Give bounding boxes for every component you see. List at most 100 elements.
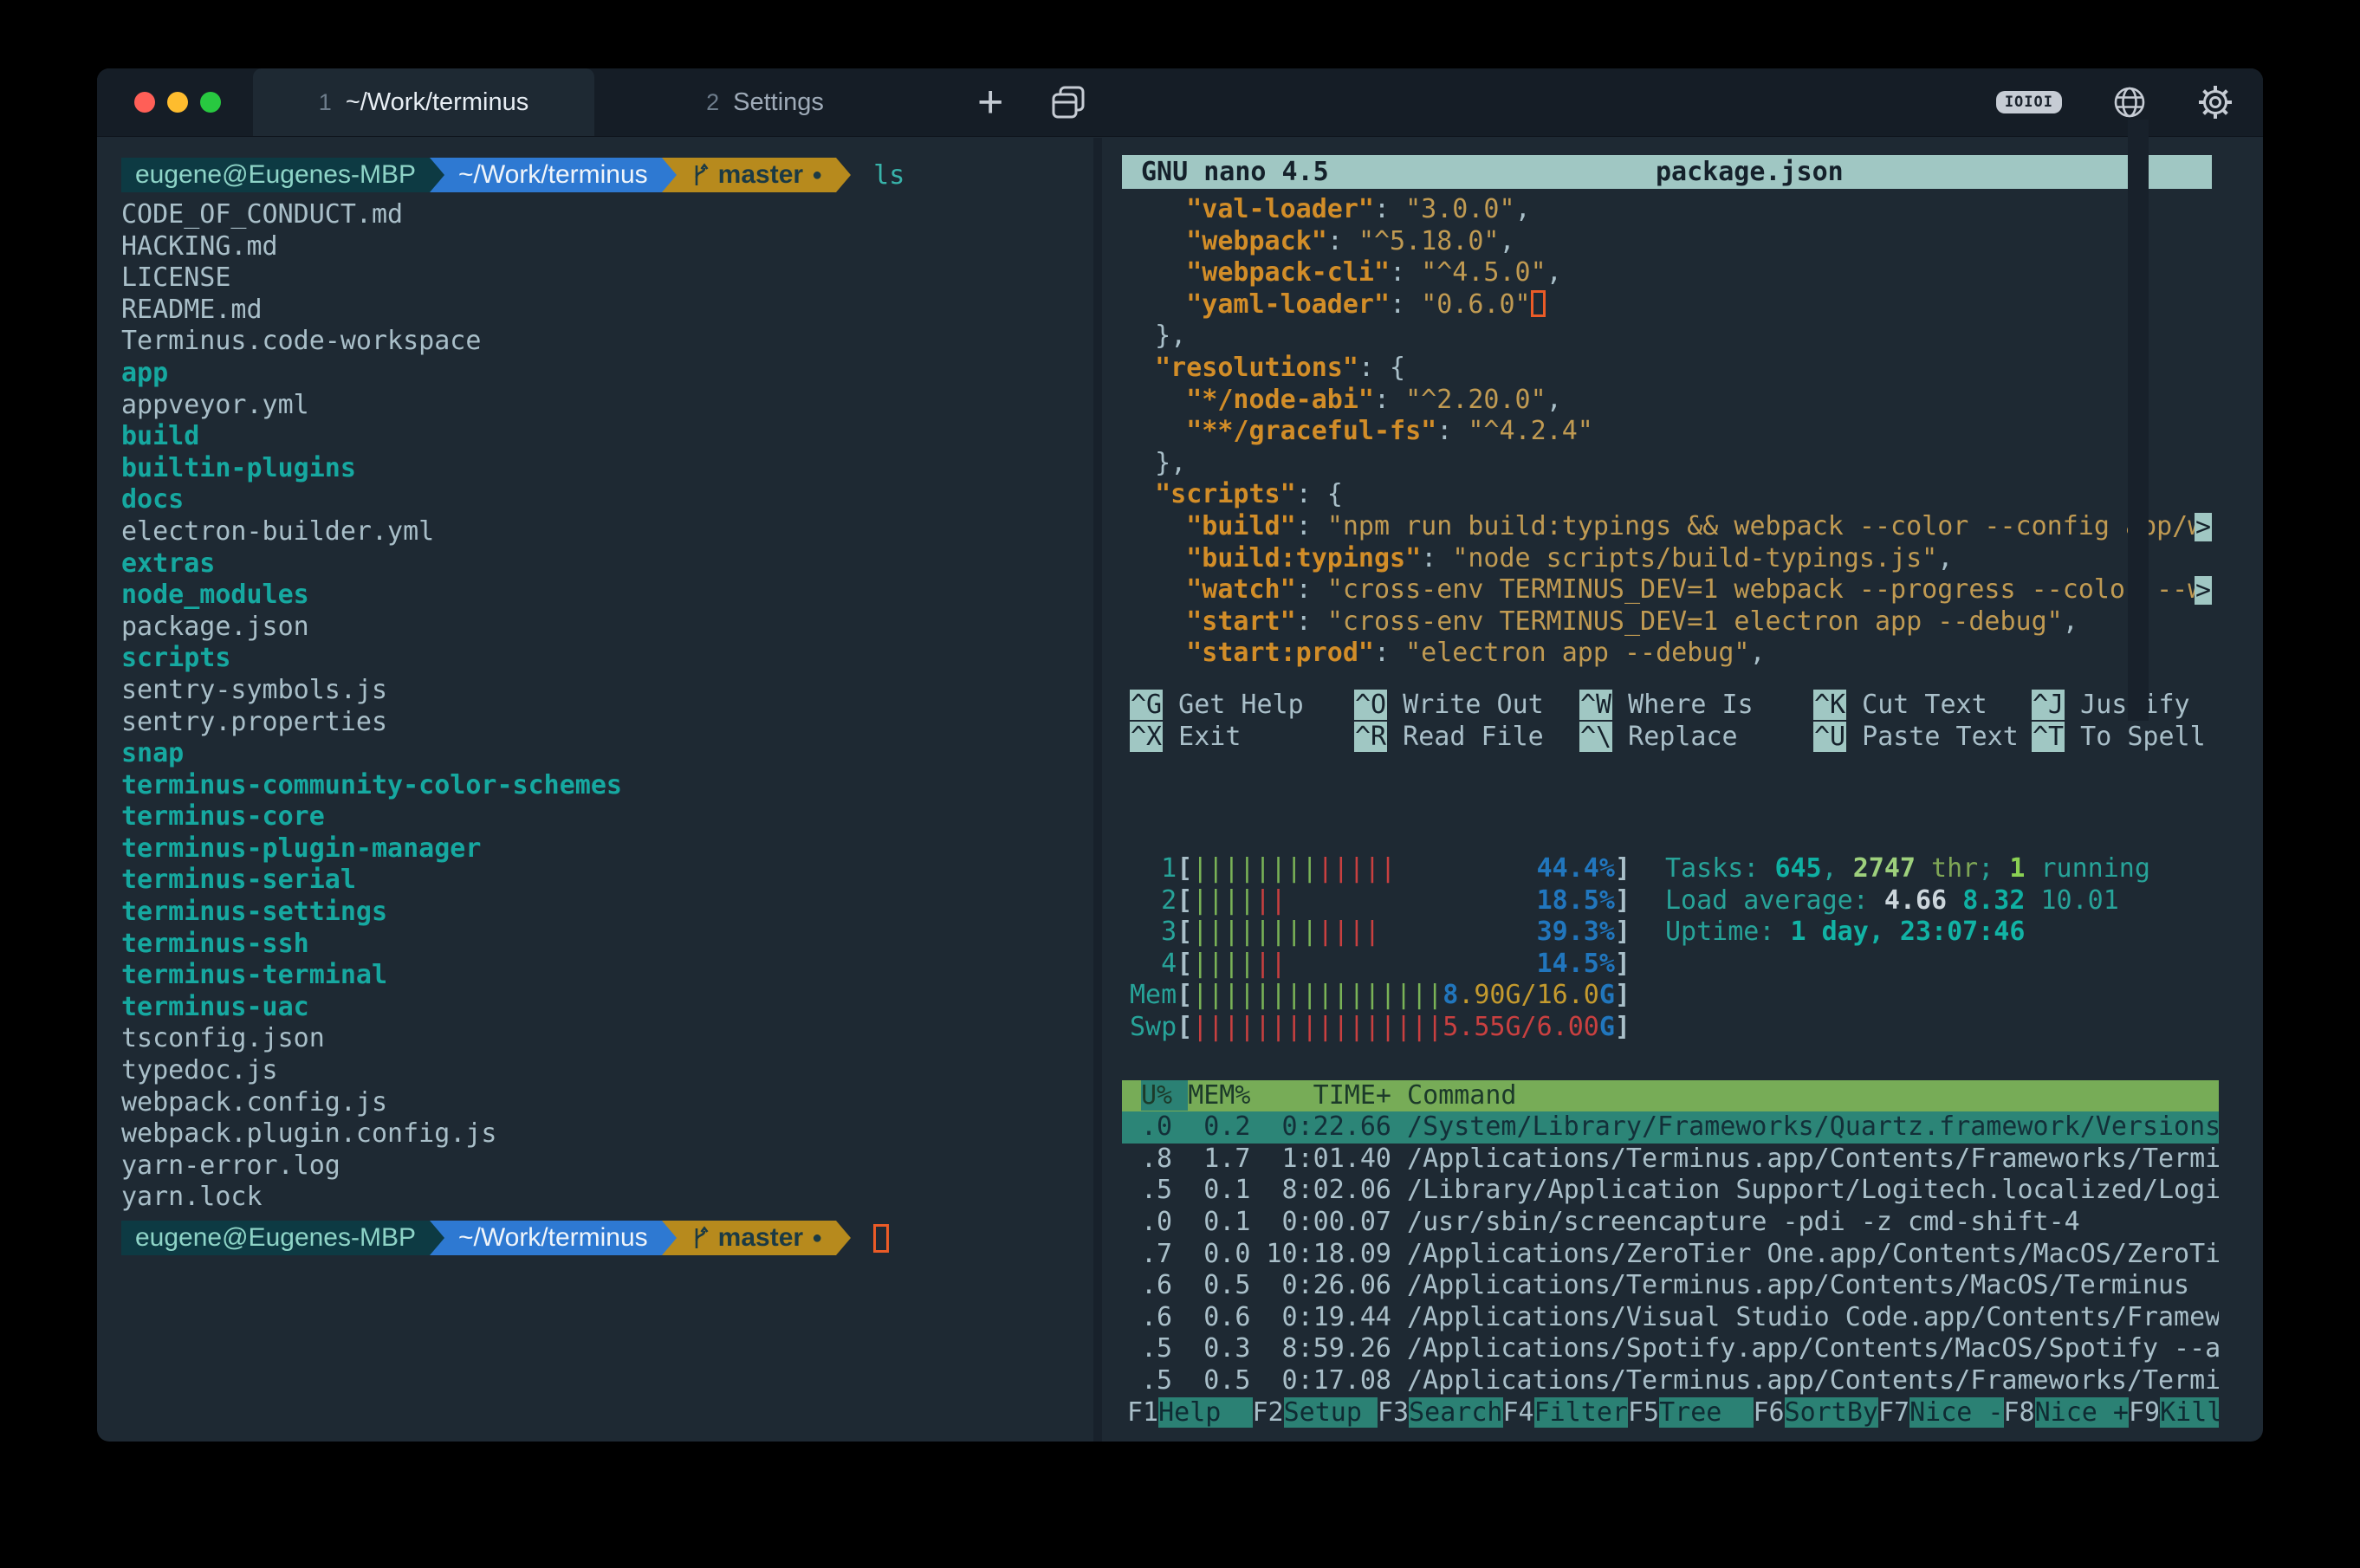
- process-row-selected[interactable]: .0 0.2 0:22.66 /System/Library/Framework…: [1122, 1111, 2219, 1144]
- nano-version: GNU nano 4.5: [1141, 157, 1329, 187]
- terminus-window: 1 ~/Work/terminus 2 Settings + IOIOI: [97, 68, 2263, 1442]
- tab-title: Settings: [733, 88, 824, 117]
- typed-command: ls: [873, 160, 904, 191]
- file-entry: webpack.config.js: [121, 1087, 1109, 1119]
- powerline-arrow: [662, 158, 677, 192]
- cpu-meter-4: 4[|||||| 14.5%]: [1130, 949, 2219, 981]
- tab-number: 2: [706, 89, 719, 116]
- nano-filename: package.json: [1656, 157, 1844, 187]
- serial-ports-icon[interactable]: IOIOI: [1996, 91, 2062, 113]
- directory-entry: terminus-uac: [121, 992, 1109, 1024]
- prompt-git-segment: master ●: [677, 1221, 837, 1255]
- fkey-f7[interactable]: F7Nice -: [1878, 1397, 2004, 1428]
- fkey-f5[interactable]: F5Tree: [1628, 1397, 1754, 1428]
- nano-line: },: [1124, 448, 2212, 480]
- powerline-arrow: [836, 1221, 851, 1255]
- fkey-f3[interactable]: F3Search: [1378, 1397, 1503, 1428]
- fkey-f4[interactable]: F4Filter: [1503, 1397, 1629, 1428]
- new-tab-button[interactable]: +: [977, 85, 1003, 120]
- nano-shortcut: ^K Cut Text: [1813, 689, 2032, 721]
- nano-line: "resolutions": {: [1124, 353, 2212, 385]
- prompt-user-segment: eugene@Eugenes-MBP: [121, 158, 430, 192]
- file-entry: yarn.lock: [121, 1182, 1109, 1214]
- process-row[interactable]: .5 0.3 8:59.26 /Applications/Spotify.app…: [1122, 1333, 2219, 1365]
- prompt-cwd-segment: ~/Work/terminus: [444, 1221, 662, 1255]
- settings-gear-icon[interactable]: [2197, 84, 2234, 120]
- file-entry: Terminus.code-workspace: [121, 326, 1109, 358]
- nano-editor-pane[interactable]: GNU nano 4.5 package.json "val-loader": …: [1122, 155, 2212, 753]
- nano-line: "start:prod": "electron app --debug",: [1124, 638, 2212, 670]
- process-row[interactable]: .6 0.5 0:26.06 /Applications/Terminus.ap…: [1122, 1270, 2219, 1302]
- prompt-git-segment: master ●: [677, 158, 837, 192]
- process-row[interactable]: .0 0.1 0:00.07 /usr/sbin/screencapture -…: [1122, 1207, 2219, 1239]
- nano-shortcut: ^G Get Help: [1130, 689, 1354, 721]
- nano-line: "yaml-loader": "0.6.0": [1124, 289, 2212, 321]
- directory-entry: terminus-ssh: [121, 929, 1109, 961]
- directory-entry: terminus-serial: [121, 865, 1109, 897]
- close-button[interactable]: [134, 92, 155, 113]
- tab-title: ~/Work/terminus: [346, 88, 528, 117]
- duplicate-tab-icon[interactable]: [1048, 82, 1088, 122]
- htop-pane[interactable]: 1[||||||||||||| 44.4%] 2[|||||| 18.5%] 3…: [1122, 853, 2219, 1429]
- file-entry: electron-builder.yml: [121, 516, 1109, 548]
- nano-line: "**/graceful-fs": "^4.2.4": [1124, 416, 2212, 448]
- nano-line: },: [1124, 321, 2212, 353]
- titlebar: 1 ~/Work/terminus 2 Settings + IOIOI: [97, 68, 2263, 137]
- nano-shortcut: ^J Justify: [2032, 689, 2212, 721]
- nano-line: "start": "cross-env TERMINUS_DEV=1 elect…: [1124, 606, 2212, 638]
- nano-shortcut-bar: ^G Get Help^O Write Out^W Where Is^K Cut…: [1122, 689, 2212, 753]
- file-entry: sentry-symbols.js: [121, 675, 1109, 707]
- prompt-cwd-segment: ~/Work/terminus: [444, 158, 662, 192]
- powerline-arrow: [836, 158, 851, 192]
- minimize-button[interactable]: [167, 92, 188, 113]
- directory-entry: node_modules: [121, 580, 1109, 612]
- process-row[interactable]: .5 0.1 8:02.06 /Library/Application Supp…: [1122, 1175, 2219, 1207]
- git-branch-icon: [690, 1225, 710, 1251]
- traffic-lights: [97, 68, 253, 136]
- nano-shortcut: ^O Write Out: [1354, 689, 1579, 721]
- directory-entry: docs: [121, 484, 1109, 516]
- nano-line: "webpack-cli": "^4.5.0",: [1124, 257, 2212, 289]
- nano-shortcut: ^U Paste Text: [1813, 721, 2032, 753]
- nano-cursor: [1531, 290, 1546, 317]
- directory-entry: app: [121, 358, 1109, 390]
- directory-entry: terminus-community-color-schemes: [121, 770, 1109, 802]
- process-table-header[interactable]: U% MEM% TIME+ Command: [1122, 1080, 2219, 1112]
- process-row[interactable]: .5 0.5 0:17.08 /Applications/Terminus.ap…: [1122, 1365, 2219, 1397]
- file-entry: webpack.plugin.config.js: [121, 1118, 1109, 1150]
- terminal-pane[interactable]: eugene@Eugenes-MBP ~/Work/terminus maste…: [121, 158, 1109, 1255]
- fkey-f8[interactable]: F8Nice +: [2004, 1397, 2130, 1428]
- globe-icon[interactable]: [2112, 85, 2147, 120]
- zoom-button[interactable]: [200, 92, 221, 113]
- file-entry: LICENSE: [121, 262, 1109, 295]
- process-row[interactable]: .7 0.0 10:18.09 /Applications/ZeroTier O…: [1122, 1239, 2219, 1271]
- file-entry: typedoc.js: [121, 1055, 1109, 1087]
- tab-work-terminus[interactable]: 1 ~/Work/terminus: [253, 68, 594, 136]
- tab-number: 1: [319, 89, 332, 116]
- htop-summary: Tasks: 645, 2747 thr; 1 running Load ave…: [1665, 853, 2150, 949]
- nano-line: "*/node-abi": "^2.20.0",: [1124, 385, 2212, 417]
- nano-buffer: "val-loader": "3.0.0", "webpack": "^5.18…: [1122, 194, 2212, 670]
- fkey-f9[interactable]: F9Kill: [2129, 1397, 2219, 1428]
- process-row[interactable]: .6 0.6 0:19.44 /Applications/Visual Stud…: [1122, 1302, 2219, 1334]
- fkey-f1[interactable]: F1Help: [1127, 1397, 1253, 1428]
- nano-title-bar: GNU nano 4.5 package.json: [1122, 155, 2212, 189]
- directory-entry: terminus-core: [121, 801, 1109, 833]
- git-branch-label: master: [718, 1223, 803, 1253]
- tab-settings[interactable]: 2 Settings: [594, 68, 936, 136]
- nano-scrollbar[interactable]: [2128, 120, 2149, 721]
- directory-entry: scripts: [121, 643, 1109, 675]
- nano-shortcut: ^W Where Is: [1579, 689, 1813, 721]
- nano-line: "webpack": "^5.18.0",: [1124, 226, 2212, 258]
- desktop-background: 1 ~/Work/terminus 2 Settings + IOIOI: [0, 0, 2360, 1568]
- process-row[interactable]: .8 1.7 1:01.40 /Applications/Terminus.ap…: [1122, 1144, 2219, 1176]
- nano-shortcut: ^X Exit: [1130, 721, 1354, 753]
- fkey-f2[interactable]: F2Setup: [1253, 1397, 1378, 1428]
- directory-entry: builtin-plugins: [121, 453, 1109, 485]
- nano-line: "build:typings": "node scripts/build-typ…: [1124, 543, 2212, 575]
- nano-shortcut: ^R Read File: [1354, 721, 1579, 753]
- fkey-f6[interactable]: F6SortBy: [1754, 1397, 1879, 1428]
- nano-line: "scripts": {: [1124, 479, 2212, 511]
- powerline-arrow: [662, 1221, 677, 1255]
- terminal-cursor: [873, 1224, 889, 1253]
